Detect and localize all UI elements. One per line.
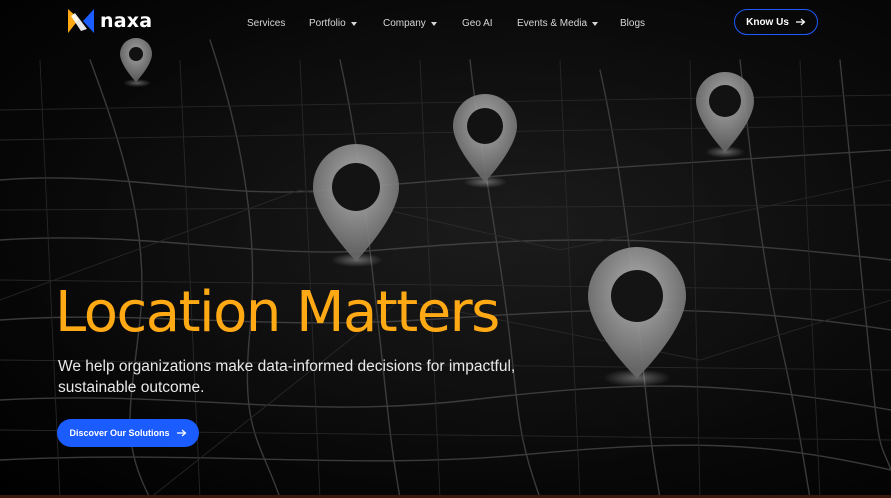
chevron-down-icon	[430, 22, 437, 26]
menu-item-label: Services	[247, 18, 286, 29]
arrow-right-icon	[795, 18, 806, 26]
top-navbar: naxa Services Portfolio Company Geo AI E…	[0, 0, 891, 48]
naxa-logo-icon	[68, 9, 94, 33]
chevron-down-icon	[350, 22, 357, 26]
discover-solutions-label: Discover Our Solutions	[69, 428, 170, 438]
chevron-down-icon	[592, 22, 599, 26]
hero-headline: Location Matters	[55, 280, 500, 345]
menu-item-geo-ai[interactable]: Geo AI	[462, 16, 493, 32]
know-us-label: Know Us	[746, 16, 789, 28]
menu-item-label: Blogs	[620, 18, 646, 29]
hero-section: naxa Services Portfolio Company Geo AI E…	[0, 0, 891, 498]
menu-item-label: Company	[383, 18, 426, 29]
menu-item-services[interactable]: Services	[247, 16, 285, 32]
logo-wordmark: naxa	[100, 10, 153, 32]
menu-item-blogs[interactable]: Blogs	[620, 16, 645, 32]
menu-item-events-media[interactable]: Events & Media	[517, 16, 599, 32]
hero-subtitle: We help organizations make data-informed…	[58, 358, 516, 396]
know-us-button[interactable]: Know Us	[734, 9, 818, 35]
menu-item-portfolio[interactable]: Portfolio	[309, 16, 357, 32]
menu-item-label: Events & Media	[517, 18, 588, 29]
logo[interactable]: naxa	[68, 9, 152, 33]
menu-item-label: Portfolio	[309, 18, 346, 29]
menu-item-label: Geo AI	[462, 18, 493, 29]
discover-solutions-button[interactable]: Discover Our Solutions	[57, 419, 199, 447]
menu-item-company[interactable]: Company	[383, 16, 437, 32]
arrow-right-icon	[176, 429, 186, 437]
